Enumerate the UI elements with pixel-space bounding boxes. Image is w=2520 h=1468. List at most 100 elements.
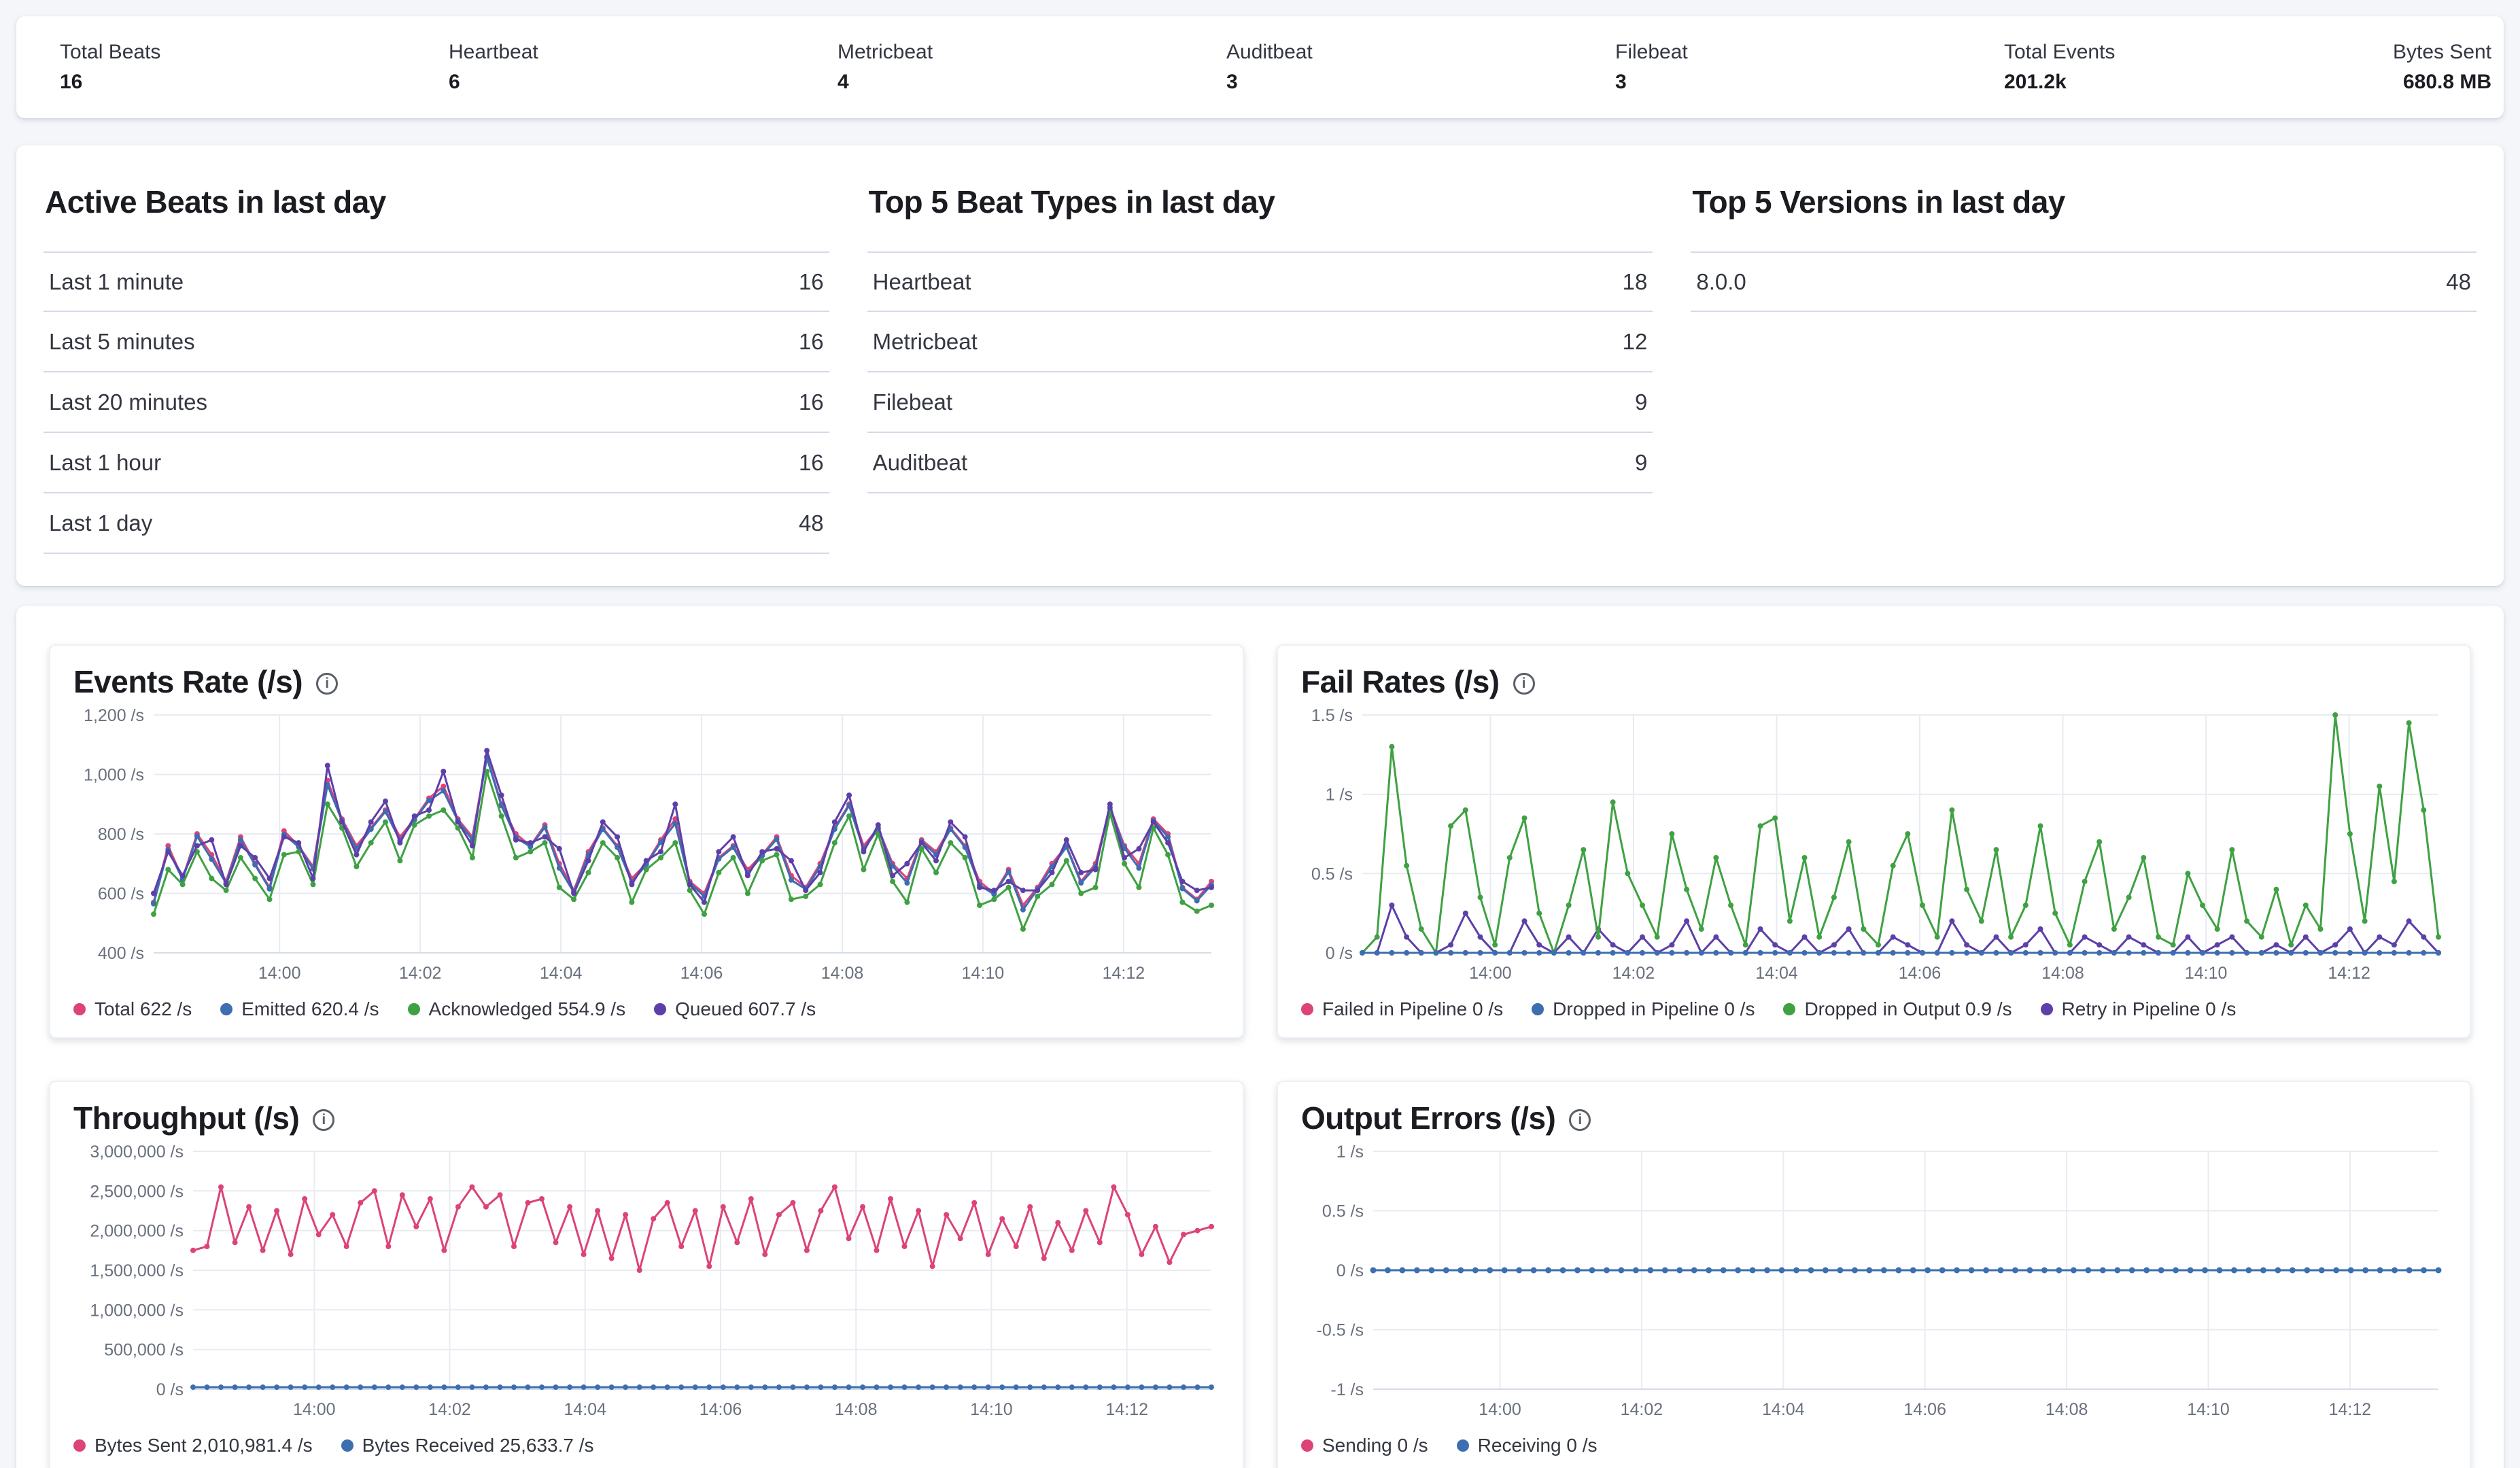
- svg-text:14:08: 14:08: [821, 964, 864, 983]
- metric-value: 12: [1623, 329, 1648, 355]
- legend-item[interactable]: Dropped in Pipeline 0 /s: [1532, 998, 1755, 1020]
- svg-text:14:08: 14:08: [2046, 1400, 2088, 1419]
- stat-heartbeat: Heartbeat 6: [449, 41, 838, 94]
- legend-dot: [73, 1003, 86, 1015]
- table-title: Top 5 Versions in last day: [1692, 184, 2476, 220]
- legend-label: Failed in Pipeline 0 /s: [1322, 998, 1503, 1020]
- metric-value: 16: [799, 269, 824, 295]
- legend-dot: [220, 1003, 232, 1015]
- svg-text:500,000 /s: 500,000 /s: [104, 1341, 184, 1360]
- stat-total-beats: Total Beats 16: [60, 41, 449, 94]
- legend-label: Dropped in Pipeline 0 /s: [1553, 998, 1755, 1020]
- table-title: Top 5 Beat Types in last day: [869, 184, 1653, 220]
- svg-text:-0.5 /s: -0.5 /s: [1317, 1321, 1364, 1340]
- table: Heartbeat 18 Metricbeat 12 Filebeat 9 Au…: [867, 251, 1653, 493]
- legend-dot: [1783, 1003, 1795, 1015]
- legend-item[interactable]: Queued 607.7 /s: [654, 998, 816, 1020]
- svg-text:14:06: 14:06: [700, 1400, 742, 1419]
- line-chart[interactable]: 14:0014:0214:0414:0614:0814:1014:123,000…: [73, 1140, 1220, 1425]
- svg-text:14:02: 14:02: [1612, 964, 1655, 983]
- metric-value: 48: [799, 510, 824, 536]
- metric-label: Last 5 minutes: [49, 329, 195, 355]
- stat-label: Total Beats: [60, 41, 449, 64]
- legend-dot: [1301, 1439, 1313, 1452]
- svg-text:800 /s: 800 /s: [98, 825, 144, 844]
- output-errors-chart-card: Output Errors (/s) i 14:0014:0214:0414:0…: [1277, 1081, 2471, 1468]
- stat-label: Heartbeat: [449, 41, 838, 64]
- svg-text:3,000,000 /s: 3,000,000 /s: [90, 1142, 184, 1161]
- metric-label: 8.0.0: [1696, 269, 1746, 295]
- stat-value: 4: [838, 71, 1226, 94]
- legend-item[interactable]: Bytes Received 25,633.7 /s: [341, 1435, 594, 1456]
- table-row: Metricbeat 12: [867, 312, 1653, 372]
- stat-total-events: Total Events 201.2k: [2004, 41, 2393, 94]
- stat-label: Filebeat: [1615, 41, 2004, 64]
- metric-label: Auditbeat: [873, 450, 967, 476]
- legend-item[interactable]: Sending 0 /s: [1301, 1435, 1428, 1456]
- stat-filebeat: Filebeat 3: [1615, 41, 2004, 94]
- chart-canvas[interactable]: 14:0014:0214:0414:0614:0814:1014:121,200…: [73, 704, 1220, 988]
- metric-label: Heartbeat: [873, 269, 971, 295]
- table: 8.0.0 48: [1691, 251, 2476, 312]
- stat-value: 3: [1615, 71, 2004, 94]
- table-row: Last 1 day 48: [44, 493, 829, 554]
- legend-item[interactable]: Emitted 620.4 /s: [220, 998, 379, 1020]
- legend-item[interactable]: Bytes Sent 2,010,981.4 /s: [73, 1435, 313, 1456]
- charts-grid: Events Rate (/s) i 14:0014:0214:0414:061…: [49, 644, 2471, 1468]
- throughput-chart-card: Throughput (/s) i 14:0014:0214:0414:0614…: [49, 1081, 1244, 1468]
- legend-item[interactable]: Receiving 0 /s: [1457, 1435, 1598, 1456]
- info-icon[interactable]: i: [313, 1109, 334, 1131]
- chart-canvas[interactable]: 14:0014:0214:0414:0614:0814:1014:121 /s0…: [1301, 1140, 2447, 1425]
- svg-text:14:06: 14:06: [680, 964, 723, 983]
- svg-text:2,500,000 /s: 2,500,000 /s: [90, 1182, 184, 1201]
- legend-item[interactable]: Acknowledged 554.9 /s: [408, 998, 626, 1020]
- table: Last 1 minute 16 Last 5 minutes 16 Last …: [44, 251, 829, 554]
- chart-canvas[interactable]: 14:0014:0214:0414:0614:0814:1014:121.5 /…: [1301, 704, 2447, 988]
- table-row: 8.0.0 48: [1691, 251, 2476, 312]
- beats-monitoring-dashboard: Total Beats 16 Heartbeat 6 Metricbeat 4 …: [0, 0, 2520, 1468]
- metric-label: Last 1 hour: [49, 450, 161, 476]
- metric-label: Metricbeat: [873, 329, 978, 355]
- svg-text:14:12: 14:12: [2328, 964, 2370, 983]
- stat-label: Metricbeat: [838, 41, 1226, 64]
- beat-types-table: Top 5 Beat Types in last day Heartbeat 1…: [867, 184, 1653, 556]
- svg-text:14:10: 14:10: [2187, 1400, 2230, 1419]
- svg-text:1 /s: 1 /s: [1326, 786, 1353, 805]
- legend-item[interactable]: Retry in Pipeline 0 /s: [2041, 998, 2237, 1020]
- legend-item[interactable]: Failed in Pipeline 0 /s: [1301, 998, 1503, 1020]
- line-chart[interactable]: 14:0014:0214:0414:0614:0814:1014:121 /s0…: [1301, 1140, 2447, 1425]
- legend-item[interactable]: Total 622 /s: [73, 998, 192, 1020]
- info-icon[interactable]: i: [316, 673, 338, 695]
- legend-dot: [2041, 1003, 2053, 1015]
- stat-value: 16: [60, 71, 449, 94]
- svg-text:0.5 /s: 0.5 /s: [1322, 1202, 1364, 1221]
- table-row: Last 5 minutes 16: [44, 312, 829, 372]
- events-rate-chart-card: Events Rate (/s) i 14:0014:0214:0414:061…: [49, 644, 1244, 1038]
- svg-text:0 /s: 0 /s: [156, 1380, 184, 1399]
- stat-value: 201.2k: [2004, 71, 2393, 94]
- svg-text:-1 /s: -1 /s: [1330, 1380, 1364, 1399]
- info-icon[interactable]: i: [1569, 1109, 1591, 1131]
- svg-text:0.5 /s: 0.5 /s: [1311, 864, 1353, 884]
- svg-text:1,500,000 /s: 1,500,000 /s: [90, 1261, 184, 1280]
- legend-dot: [73, 1439, 86, 1452]
- svg-text:14:10: 14:10: [962, 964, 1005, 983]
- summary-stats-bar: Total Beats 16 Heartbeat 6 Metricbeat 4 …: [16, 16, 2504, 118]
- charts-panel: Events Rate (/s) i 14:0014:0214:0414:061…: [16, 606, 2504, 1468]
- legend-item[interactable]: Dropped in Output 0.9 /s: [1783, 998, 2012, 1020]
- line-chart[interactable]: 14:0014:0214:0414:0614:0814:1014:121,200…: [73, 704, 1220, 988]
- svg-text:14:04: 14:04: [564, 1400, 606, 1419]
- chart-header: Output Errors (/s) i: [1301, 1100, 2447, 1136]
- legend-dot: [408, 1003, 420, 1015]
- metric-label: Filebeat: [873, 389, 952, 415]
- chart-canvas[interactable]: 14:0014:0214:0414:0614:0814:1014:123,000…: [73, 1140, 1220, 1425]
- line-chart[interactable]: 14:0014:0214:0414:0614:0814:1014:121.5 /…: [1301, 704, 2447, 988]
- info-icon[interactable]: i: [1513, 673, 1535, 695]
- stat-value: 3: [1226, 71, 1615, 94]
- chart-legend: Failed in Pipeline 0 /s Dropped in Pipeli…: [1301, 994, 2447, 1025]
- svg-text:1,200 /s: 1,200 /s: [84, 706, 144, 725]
- svg-text:14:12: 14:12: [1103, 964, 1145, 983]
- legend-label: Retry in Pipeline 0 /s: [2062, 998, 2237, 1020]
- table-row: Filebeat 9: [867, 372, 1653, 433]
- summary-tables-panel: Active Beats in last day Last 1 minute 1…: [16, 145, 2504, 586]
